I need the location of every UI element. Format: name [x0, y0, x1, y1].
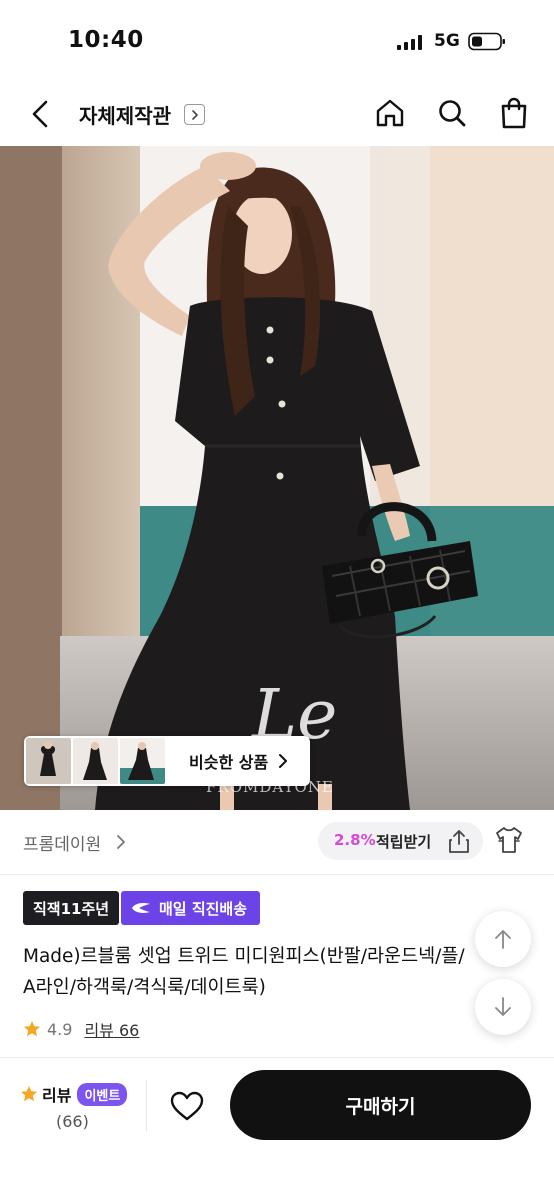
signal-icon	[397, 35, 423, 50]
back-arrow-icon	[32, 100, 48, 128]
points-label: 적립받기	[376, 833, 432, 851]
buy-button[interactable]: 구매하기	[230, 1070, 531, 1140]
back-button[interactable]	[22, 94, 58, 134]
brand-row: 프롬데이원 2.8% 적립받기	[0, 810, 554, 874]
heart-icon	[170, 1091, 204, 1121]
home-icon	[376, 99, 404, 127]
bottom-bar-divider	[0, 1057, 554, 1058]
daily-shipping-badge: 매일 직진배송	[121, 891, 261, 925]
rating-row: 4.9 리뷰 66	[23, 1018, 139, 1040]
home-button[interactable]	[373, 96, 407, 130]
search-button[interactable]	[435, 96, 469, 130]
status-time: 10:40	[68, 27, 144, 53]
chevron-right-icon	[117, 835, 125, 849]
chevron-right-icon	[278, 753, 288, 769]
network-type: 5G	[434, 31, 460, 51]
daily-shipping-label: 매일 직진배송	[159, 899, 248, 918]
battery-icon	[468, 32, 505, 51]
star-icon	[24, 1021, 40, 1037]
product-title: Made)르블룸 셋업 트위드 미디원피스(반팔/라운드넥/플/ A라인/하객룩…	[23, 946, 465, 998]
review-link[interactable]: 리뷰 66	[84, 1017, 139, 1041]
arrow-down-icon	[495, 997, 511, 1016]
cart-button[interactable]	[497, 96, 531, 130]
share-icon[interactable]	[446, 828, 472, 854]
review-label: 리뷰	[42, 1086, 72, 1105]
tshirt-icon[interactable]	[493, 824, 525, 856]
status-bar: 10:40 5G	[0, 0, 554, 84]
similar-products-strip[interactable]: 비슷한 상품	[24, 736, 310, 786]
review-count: (66)	[56, 1112, 89, 1131]
brand-name-link[interactable]: 프롬데이원	[23, 830, 101, 855]
scroll-down-button[interactable]	[475, 979, 531, 1035]
similar-thumbnail[interactable]	[120, 738, 165, 784]
store-title[interactable]: 자체제작관	[79, 100, 171, 129]
similar-thumbnail[interactable]	[26, 738, 71, 784]
wishlist-button[interactable]	[166, 1086, 208, 1126]
event-badge: 이벤트	[77, 1082, 128, 1106]
divider	[0, 874, 554, 875]
bottom-separator	[146, 1080, 147, 1132]
star-icon	[21, 1086, 37, 1102]
arrow-up-icon	[495, 930, 511, 949]
search-icon	[439, 100, 466, 127]
product-image[interactable]: Le FROMDAYONE 비슷한 상품	[0, 146, 554, 810]
delivery-icon	[132, 903, 150, 913]
store-link-button[interactable]	[184, 104, 205, 125]
scroll-up-button[interactable]	[475, 911, 531, 967]
anniversary-badge: 직잭11주년	[23, 891, 120, 925]
shopping-bag-icon	[501, 97, 527, 129]
rating-value: 4.9	[47, 1019, 73, 1039]
similar-thumbnail[interactable]	[73, 738, 118, 784]
top-navigation-bar: 자체제작관	[0, 84, 554, 146]
points-button[interactable]: 2.8% 적립받기	[318, 822, 483, 860]
bottom-review-button[interactable]: 리뷰 이벤트 (66)	[20, 1082, 132, 1142]
chevron-right-icon	[191, 109, 198, 120]
similar-products-label: 비슷한 상품	[189, 753, 269, 772]
points-percent: 2.8%	[334, 831, 376, 849]
